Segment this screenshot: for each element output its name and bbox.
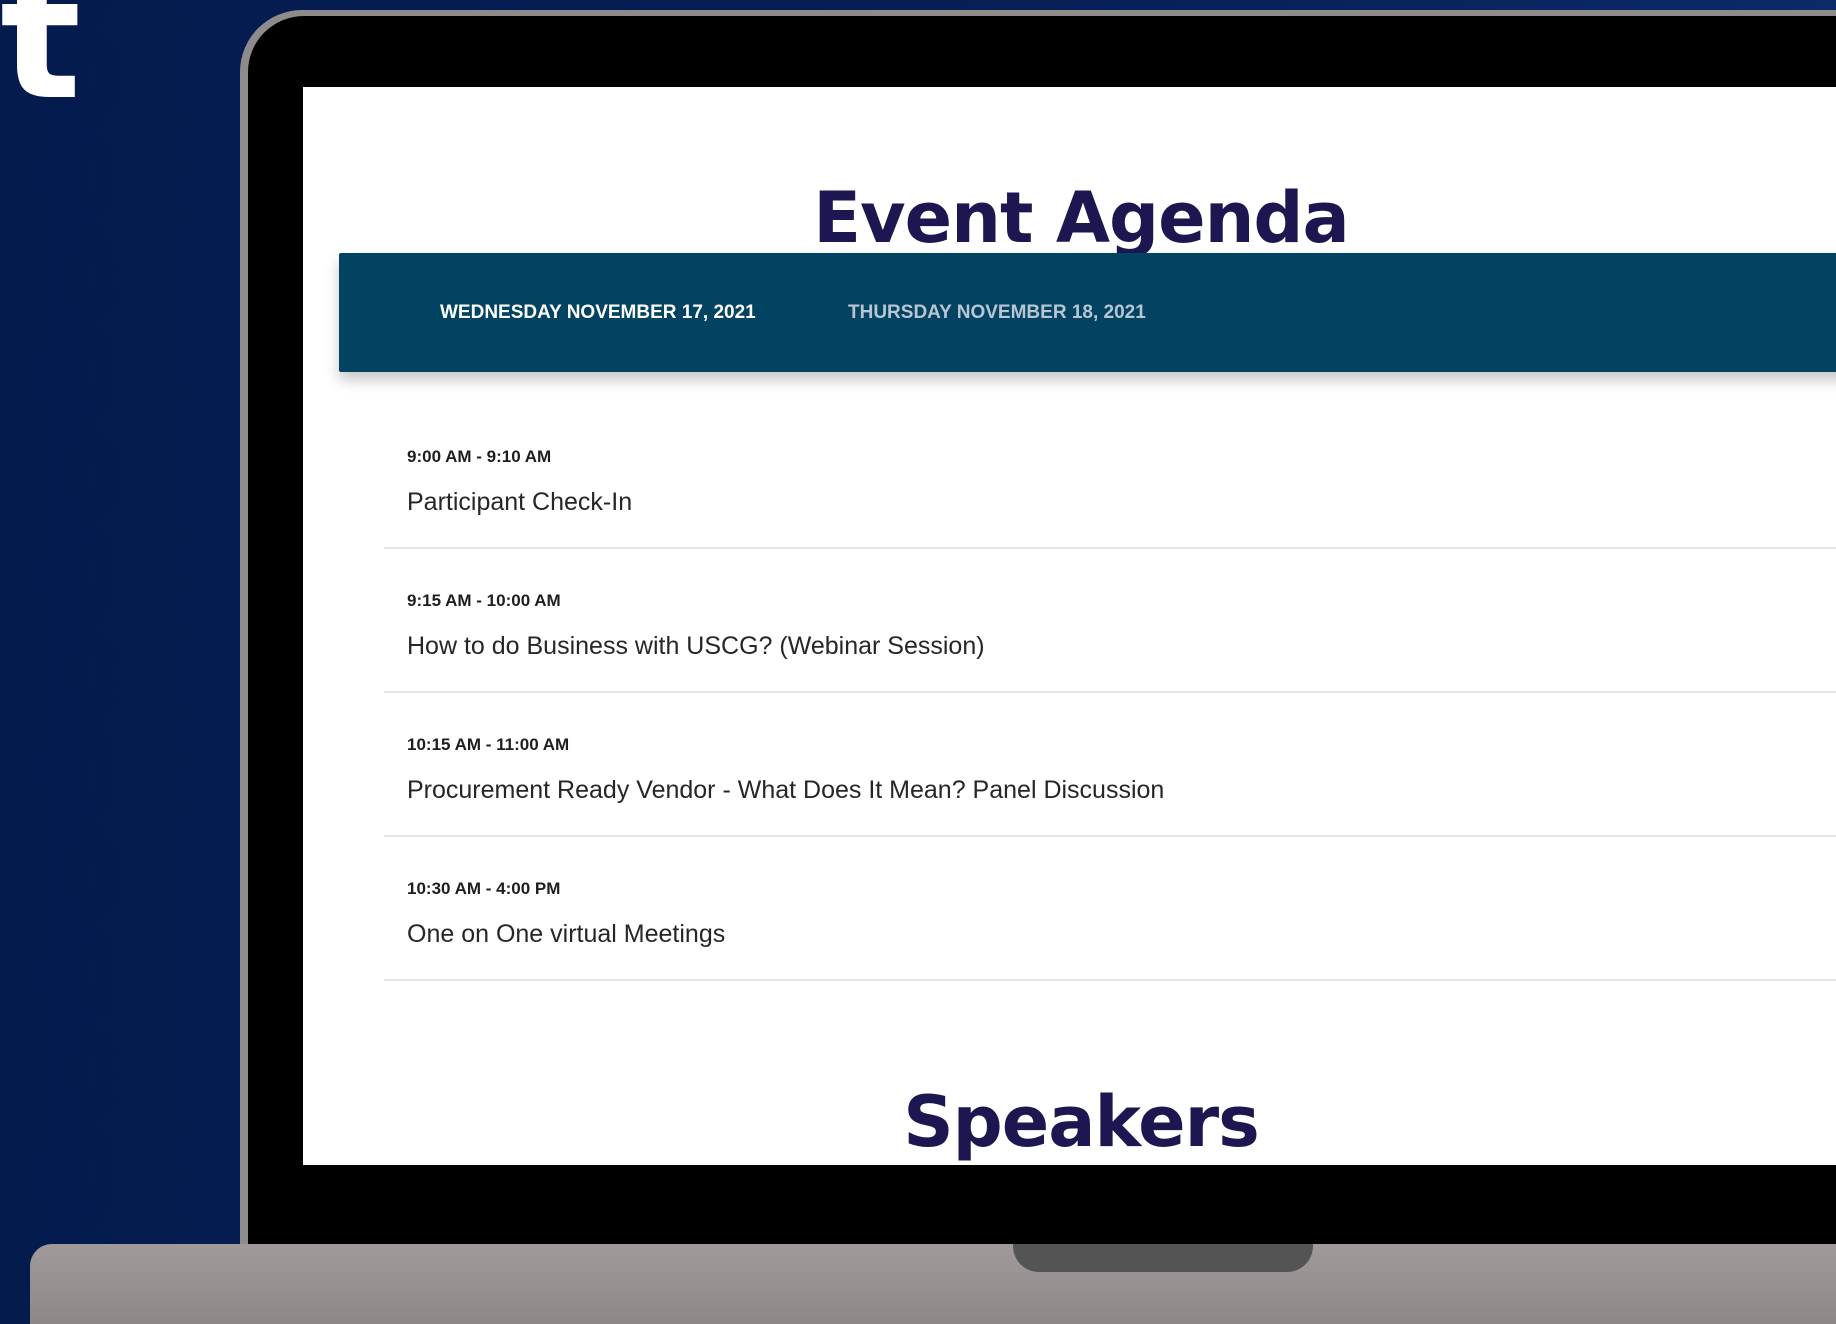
brand-letter: t: [0, 0, 81, 138]
session-time: 9:15 AM - 10:00 AM: [407, 591, 561, 610]
laptop-screen: Event Agenda WEDNESDAY NOVEMBER 17, 2021…: [303, 87, 1836, 1165]
day-tabs-bar: WEDNESDAY NOVEMBER 17, 2021 THURSDAY NOV…: [339, 253, 1836, 372]
laptop-base: [30, 1244, 1836, 1324]
agenda-item[interactable]: 10:15 AM - 11:00 AM Procurement Ready Ve…: [384, 691, 1836, 837]
agenda-item[interactable]: 9:15 AM - 10:00 AM How to do Business wi…: [384, 547, 1836, 693]
session-title: Participant Check-In: [407, 488, 633, 516]
page-title: Event Agenda: [813, 177, 1350, 259]
agenda-item[interactable]: 10:30 AM - 4:00 PM One on One virtual Me…: [384, 835, 1836, 981]
session-title: Procurement Ready Vendor - What Does It …: [407, 776, 1165, 804]
speakers-heading: Speakers: [903, 1081, 1260, 1163]
session-title: One on One virtual Meetings: [407, 920, 726, 948]
laptop-hinge-notch: [1013, 1244, 1313, 1272]
session-time: 10:15 AM - 11:00 AM: [407, 735, 570, 754]
tab-thursday[interactable]: THURSDAY NOVEMBER 18, 2021: [848, 253, 1146, 372]
tab-wednesday[interactable]: WEDNESDAY NOVEMBER 17, 2021: [440, 253, 756, 372]
agenda-item[interactable]: 9:00 AM - 9:10 AM Participant Check-In: [384, 403, 1836, 549]
session-time: 9:00 AM - 9:10 AM: [407, 447, 552, 466]
session-title: How to do Business with USCG? (Webinar S…: [407, 632, 985, 660]
session-time: 10:30 AM - 4:00 PM: [407, 879, 561, 898]
